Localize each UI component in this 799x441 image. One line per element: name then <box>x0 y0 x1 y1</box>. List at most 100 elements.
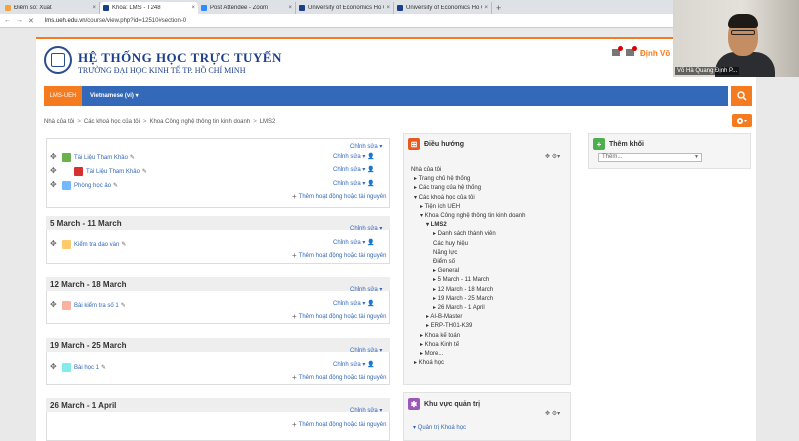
nav-tree-item[interactable]: ▾ LMS2 <box>411 221 525 230</box>
nav-tree-item[interactable]: ▸ ERP-TH01-K39 <box>411 322 525 331</box>
nav-tree-item[interactable]: ▸ General <box>411 267 525 276</box>
search-button[interactable] <box>731 86 752 106</box>
nav-tree-item[interactable]: ▾ Khoa Công nghệ thông tin kinh doanh <box>411 212 525 221</box>
move-icon[interactable]: ✥ <box>50 166 57 175</box>
plus-icon: + <box>593 138 605 150</box>
move-icon[interactable]: ✥ <box>50 362 57 371</box>
quiz-icon <box>62 301 71 310</box>
admin-gears-icon: ✱ <box>408 398 420 410</box>
breadcrumb-link[interactable]: Khoa Công nghệ thông tin kinh doanh <box>149 119 250 125</box>
activity-edit-menu[interactable]: Chỉnh sửa ▾ 👤 <box>333 361 375 368</box>
user-menu[interactable]: Định Võ <box>640 49 670 58</box>
nav-tree-item[interactable]: ▸ More... <box>411 350 525 359</box>
new-tab-icon[interactable]: + <box>496 2 501 14</box>
activity-row[interactable]: Tài Liệu Tham Khảo ✎ <box>62 153 135 162</box>
virtual-classroom-icon <box>62 181 71 190</box>
notification-icon[interactable] <box>612 46 623 56</box>
nav-tree-item[interactable]: ▸ 19 March - 25 March <box>411 295 525 304</box>
section-edit-menu[interactable]: Chỉnh sửa ▾ <box>350 286 382 293</box>
add-activity-link[interactable]: + Thêm hoạt động hoặc tài nguyên <box>292 251 386 260</box>
message-icon[interactable] <box>626 46 637 56</box>
nav-tree-item[interactable]: ▸ Tiện ích UEH <box>411 203 525 212</box>
settings-menu-button[interactable] <box>732 114 752 127</box>
nav-tree-item[interactable]: ▸ Khoa kế toán <box>411 332 525 341</box>
browser-tab[interactable]: University of Economics Ho Chi M× <box>394 2 492 14</box>
add-activity-link[interactable]: + Thêm hoạt động hoặc tài nguyên <box>292 373 386 382</box>
close-tab-icon[interactable]: × <box>92 5 96 11</box>
search-icon <box>736 91 746 101</box>
section-edit-menu[interactable]: Chỉnh sửa ▾ <box>350 407 382 414</box>
move-icon[interactable]: ✥ <box>50 239 57 248</box>
nav-tree-item[interactable]: ▸ Khoá học <box>411 359 525 368</box>
activity-row[interactable]: Tài Liệu Tham Khảo ✎ <box>74 167 147 176</box>
activity-edit-menu[interactable]: Chỉnh sửa ▾ 👤 <box>333 300 375 307</box>
activity-row[interactable]: Bài kiểm tra số 1 ✎ <box>62 301 126 310</box>
activity-row[interactable]: Phòng học ảo ✎ <box>62 181 118 190</box>
activity-edit-menu[interactable]: Chỉnh sửa ▾ 👤 <box>333 153 375 160</box>
nav-tree-item[interactable]: Điểm số <box>411 258 525 267</box>
admin-tree: ▾ Quản trị Khoá học <box>413 425 467 431</box>
site-title: HỆ THỐNG HỌC TRỰC TUYẾN <box>78 50 282 65</box>
move-icon[interactable]: ✥ <box>50 300 57 309</box>
activity-row[interactable]: Bài học 1 ✎ <box>62 363 106 372</box>
browser-tab[interactable]: University of Economics Ho Chi M× <box>296 2 394 14</box>
close-tab-icon[interactable]: × <box>386 5 390 11</box>
nav-tree-item[interactable]: Năng lực <box>411 249 525 258</box>
nav-tree-item[interactable]: ▾ Các khoá học của tôi <box>411 194 525 203</box>
move-icon[interactable]: ✥ <box>50 180 57 189</box>
nav-tree-item[interactable]: ▸ Các trang của hệ thống <box>411 184 525 193</box>
close-tab-icon[interactable]: × <box>288 5 292 11</box>
nav-tree-item[interactable]: ▸ 26 March - 1 April <box>411 304 525 313</box>
section-edit-menu[interactable]: Chỉnh sửa ▾ <box>350 143 382 150</box>
activity-edit-menu[interactable]: Chỉnh sửa ▾ 👤 <box>333 166 375 173</box>
sitemap-icon: ⊞ <box>408 138 420 150</box>
site-subtitle: TRƯỜNG ĐẠI HỌC KINH TẾ TP. HỒ CHÍ MINH <box>78 66 246 75</box>
gear-icon <box>737 117 747 124</box>
move-icon[interactable]: ✥ <box>50 152 57 161</box>
activity-edit-menu[interactable]: Chỉnh sửa ▾ 👤 <box>333 180 375 187</box>
section-edit-menu[interactable]: Chỉnh sửa ▾ <box>350 347 382 354</box>
add-activity-link[interactable]: + Thêm hoạt động hoặc tài nguyên <box>292 420 386 429</box>
nav-lms-ueh[interactable]: LMS-UEH <box>44 86 82 106</box>
breadcrumb-link[interactable]: Nhà của tôi <box>44 119 74 125</box>
section-title: 19 March - 25 March <box>50 341 127 350</box>
forward-icon[interactable]: → <box>16 17 23 24</box>
activity-row[interactable]: Kiểm tra dao vàn ✎ <box>62 240 126 249</box>
add-block-select[interactable]: Thêm... ▼ <box>598 153 702 162</box>
language-menu[interactable]: Vietnamese (vi) ▾ <box>90 92 139 99</box>
stop-icon[interactable]: ✕ <box>28 17 34 25</box>
add-activity-link[interactable]: + Thêm hoạt động hoặc tài nguyên <box>292 192 386 201</box>
browser-tab[interactable]: Post Attendee - Zoom × <box>198 2 296 14</box>
section-edit-menu[interactable]: Chỉnh sửa ▾ <box>350 225 382 232</box>
breadcrumb-link[interactable]: Các khoá học của tôi <box>84 119 140 125</box>
favicon-icon <box>397 5 403 11</box>
section-title: 26 March - 1 April <box>50 401 117 410</box>
admin-block-header: ✱ Khu vực quản trị <box>408 398 480 410</box>
breadcrumb-link[interactable]: LMS2 <box>260 119 276 125</box>
nav-tree-item[interactable]: ▸ Trang chủ hệ thống <box>411 175 525 184</box>
nav-tree-item[interactable]: ▸ AI-B-Master <box>411 313 525 322</box>
close-tab-icon[interactable]: × <box>484 5 488 11</box>
nav-tree-item[interactable]: ▸ Danh sách thành viên <box>411 230 525 239</box>
section-title: 12 March - 18 March <box>50 280 127 289</box>
activity-edit-menu[interactable]: Chỉnh sửa ▾ 👤 <box>333 239 375 246</box>
folder-icon <box>62 153 71 162</box>
add-activity-link[interactable]: + Thêm hoạt động hoặc tài nguyên <box>292 312 386 321</box>
breadcrumb-separator: > <box>142 119 147 125</box>
quiz-icon <box>62 240 71 249</box>
url-field[interactable]: lms.ueh.edu.vn/course/view.php?id=12510#… <box>45 18 186 24</box>
nav-tree-item[interactable]: ▸ Khoa Kinh tế <box>411 341 525 350</box>
browser-tab[interactable]: Điểm số: Xuất × <box>2 2 100 14</box>
browser-tab[interactable]: Khóa: LMS - T248 × <box>100 2 198 14</box>
nav-tree-item[interactable]: Các huy hiệu <box>411 240 525 249</box>
nav-tree-item[interactable]: Nhà của tôi <box>411 166 525 175</box>
close-tab-icon[interactable]: × <box>191 5 195 11</box>
ueh-logo[interactable] <box>44 46 72 74</box>
pdf-icon <box>74 167 83 176</box>
nav-tree-item[interactable]: ▸ 12 March - 18 March <box>411 286 525 295</box>
back-icon[interactable]: ← <box>4 17 11 24</box>
nav-tree-item[interactable]: ▸ 5 March - 11 March <box>411 276 525 285</box>
block-actions-icon[interactable]: ✥ ⚙▾ <box>545 410 560 417</box>
favicon-icon <box>201 5 207 11</box>
block-actions-icon[interactable]: ✥ ⚙▾ <box>545 153 560 160</box>
